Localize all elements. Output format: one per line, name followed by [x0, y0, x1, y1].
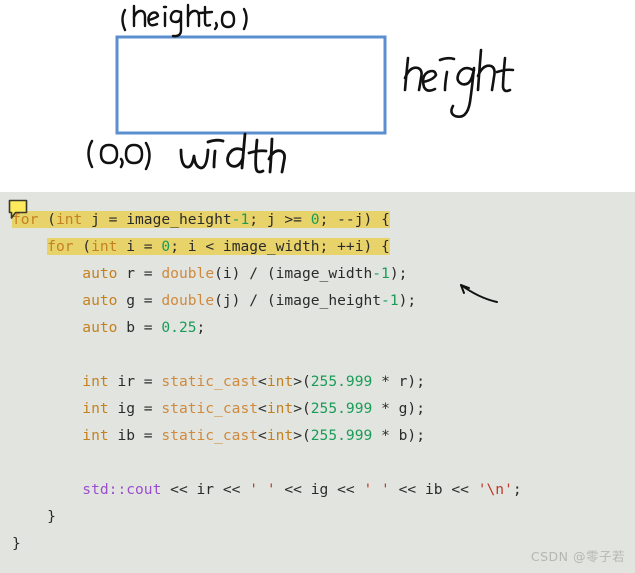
code-line-2: for (int i = 0; i < image_width; ++i) { — [47, 238, 390, 255]
code-block: for (int j = image_height-1; j >= 0; --j… — [0, 192, 635, 573]
code-line-11: std::cout << ir << ' ' << ig << ' ' << i… — [82, 481, 522, 498]
code-line-4: auto g = double(j) / (image_height-1); — [82, 292, 417, 309]
label-height-zero — [121, 3, 248, 38]
sticky-note-icon[interactable] — [8, 199, 28, 221]
code-line-3: auto r = double(i) / (image_width-1); — [82, 265, 408, 282]
code-line-9: int ib = static_cast<int>(255.999 * b); — [82, 427, 425, 444]
label-height — [403, 48, 515, 118]
label-origin — [87, 139, 151, 171]
image-rectangle — [115, 35, 387, 135]
code-line-8: int ig = static_cast<int>(255.999 * g); — [82, 400, 425, 417]
code-line-5: auto b = 0.25; — [82, 319, 206, 336]
handwritten-diagram-area — [0, 0, 635, 192]
code-line-12: } — [12, 508, 56, 525]
csdn-watermark: CSDN @零子若 — [530, 549, 625, 564]
code-listing: for (int j = image_height-1; j >= 0; --j… — [0, 192, 522, 557]
diagram-canvas — [87, 3, 515, 174]
code-line-7: int ir = static_cast<int>(255.999 * r); — [82, 373, 425, 390]
label-width — [179, 132, 286, 174]
code-line-1: for (int j = image_height-1; j >= 0; --j… — [12, 211, 390, 228]
code-line-13: } — [12, 535, 21, 552]
